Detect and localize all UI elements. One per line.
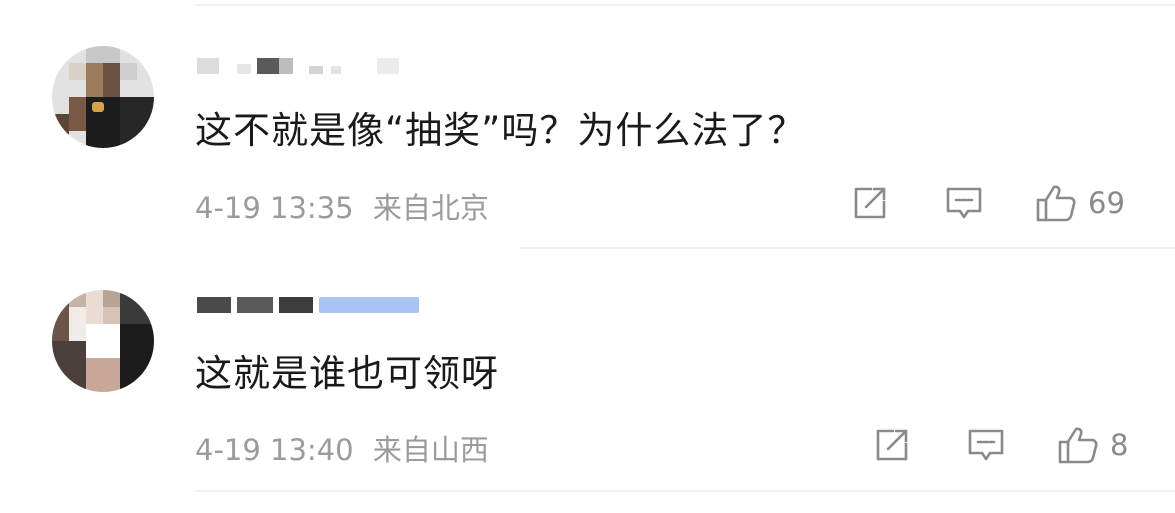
reply-icon (946, 187, 982, 219)
share-button[interactable] (872, 425, 912, 465)
share-icon (876, 429, 908, 461)
comment-time: 4-19 13:35 (195, 191, 354, 225)
like-button[interactable]: 69 (1034, 183, 1125, 223)
comment-text: 这不就是像“抽奖”吗？为什么法了？ (195, 109, 806, 152)
like-count: 8 (1110, 428, 1129, 462)
comment-text: 这就是谁也可领呀 (195, 352, 499, 395)
like-count: 69 (1088, 186, 1125, 220)
comment-location: 来自山西 (372, 433, 489, 467)
reply-button[interactable] (944, 183, 984, 223)
reply-button[interactable] (966, 425, 1006, 465)
username-blurred[interactable] (197, 54, 417, 78)
comment-meta: 4-19 13:35 来自北京 (195, 185, 489, 227)
avatar[interactable] (52, 46, 154, 148)
username-blurred[interactable] (197, 293, 427, 317)
comment-actions: 8 (872, 425, 1162, 465)
divider (520, 247, 1175, 249)
user-badge (319, 297, 419, 313)
thumbs-up-icon (1058, 427, 1098, 464)
like-button[interactable]: 8 (1056, 425, 1128, 465)
reply-icon (968, 429, 1004, 461)
share-icon (854, 187, 886, 219)
share-button[interactable] (850, 183, 890, 223)
comment-time: 4-19 13:40 (195, 433, 354, 467)
divider (195, 4, 1175, 6)
thumbs-up-icon (1036, 185, 1076, 222)
comment-location: 来自北京 (372, 191, 489, 225)
comment-list: 这不就是像“抽奖”吗？为什么法了？ 4-19 13:35 来自北京 69 这就是… (0, 0, 1175, 513)
comment-actions: 69 (850, 183, 1150, 223)
divider (195, 490, 1175, 492)
avatar[interactable] (52, 290, 154, 392)
comment-meta: 4-19 13:40 来自山西 (195, 427, 489, 469)
